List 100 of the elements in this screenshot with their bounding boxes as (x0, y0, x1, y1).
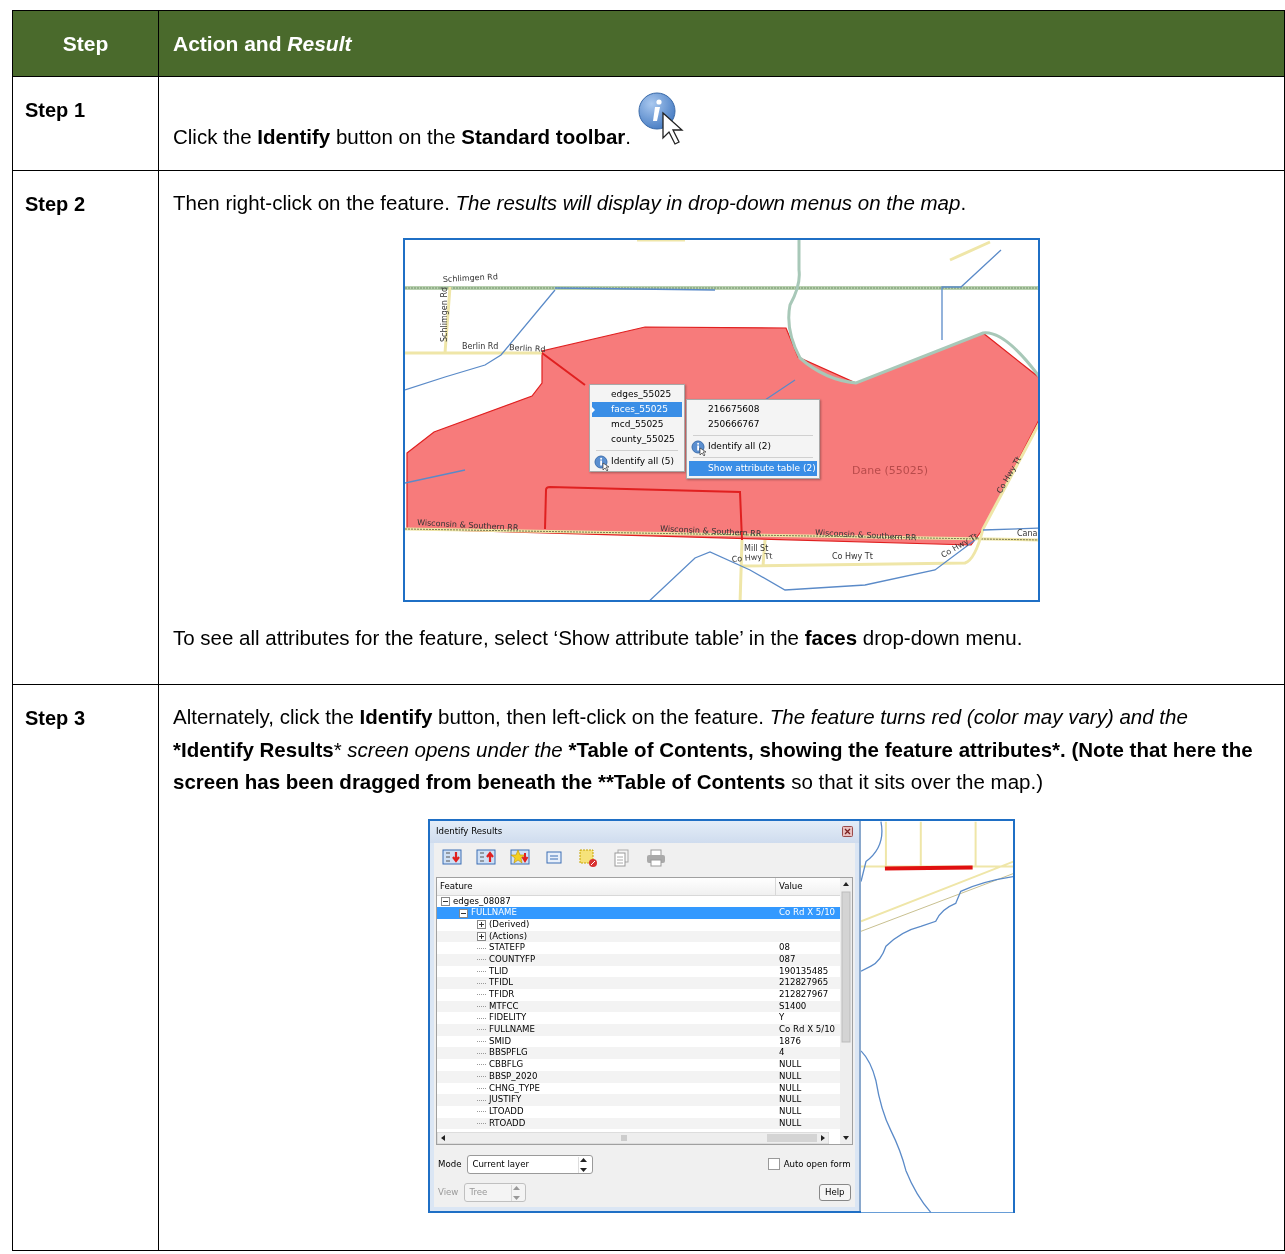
value-text: Co Rd X 5/10 (778, 907, 836, 919)
feature-text: BBSPFLG (489, 1047, 528, 1060)
tree-row[interactable]: (Derived) (437, 918, 840, 931)
map-label: Co Hwy Tt (832, 551, 873, 561)
feature-text: CBBFLG (489, 1059, 524, 1071)
tree-row[interactable]: BBSPFLG 4 (437, 1047, 840, 1060)
column-header: Action and Result (158, 10, 1285, 77)
tree-row[interactable]: FULLNAME Co Rd X 5/10 (437, 1024, 840, 1036)
feature-text: SMID (489, 1035, 512, 1048)
tree-row[interactable]: FIDELITY Y (437, 1012, 840, 1025)
feature-text: edges_08087 (453, 895, 511, 908)
field-label: View (438, 1186, 459, 1199)
collapse-icon[interactable] (459, 908, 468, 918)
value-text: NULL (778, 1117, 802, 1130)
tree-row[interactable]: LTOADD NULL (437, 1105, 840, 1118)
expand-icon[interactable] (477, 920, 486, 930)
tree-row[interactable]: JUSTIFY NULL (437, 1094, 840, 1106)
value-text: Co Rd X 5/10 (778, 1024, 836, 1036)
tree-row[interactable]: (Actions) (437, 930, 840, 943)
step-label: Step 1 (25, 99, 86, 121)
tree-row[interactable]: edges_08087 (437, 895, 840, 908)
value-text: 4 (778, 1047, 785, 1060)
feature-text: JUSTIFY (489, 1094, 522, 1106)
checkbox[interactable] (767, 1158, 780, 1171)
value-text: 212827967 (778, 989, 829, 1001)
feature-text: (Derived) (489, 918, 530, 931)
field-label: Mode (438, 1158, 462, 1171)
map-label: Wisconsin & Southern RR (814, 527, 917, 542)
tree-row[interactable]: MTFCC S1400 (437, 1000, 840, 1013)
value-text: 212827965 (778, 977, 829, 989)
tree-row[interactable]: CBBFLG NULL (437, 1059, 840, 1071)
value-text: NULL (778, 1094, 802, 1106)
map-label: Canal (1017, 528, 1038, 538)
instruction-text: Alternately, click the Identify button, then left-click on the feature. The feature turns red (color may vary) and the *Identify Results* screen opens under the *Table of Contents, showing the feature attributes*. (Note that here the screen has been dragged from beneath the **Table of Contents so that it sits over the map.) (172, 704, 1254, 795)
tree-row[interactable]: STATEFP 08 (437, 942, 840, 954)
dropdown[interactable]: Current layer (467, 1155, 594, 1174)
value-text: NULL (778, 1070, 802, 1083)
collapse-icon[interactable] (441, 896, 450, 906)
map-label: Wisconsin & Southern RR (659, 523, 762, 538)
horizontal-scrollbar[interactable] (437, 1131, 829, 1144)
feature-text: FIDELITY (489, 1012, 527, 1025)
tree-row[interactable]: CHNG_TYPE NULL (437, 1082, 840, 1095)
tree-row[interactable]: SMID 1876 (437, 1035, 840, 1048)
tree-row[interactable]: TLID 190135485 (437, 965, 840, 978)
help-button[interactable]: Help (818, 1184, 851, 1201)
submenu-arrow-icon (592, 406, 595, 413)
value-text: NULL (778, 1105, 802, 1118)
checkbox-label: Auto open form (783, 1158, 851, 1171)
updown-arrows-icon (578, 1156, 590, 1173)
value-text: Y (778, 1012, 785, 1025)
menu-item[interactable]: county_55025 (592, 431, 682, 447)
feature-text: STATEFP (489, 942, 526, 954)
map-label: Berlin Rd (462, 341, 499, 351)
column-header: Step (12, 10, 159, 77)
dashed-square-icon[interactable] (578, 847, 598, 868)
feature-text: FULLNAME (489, 1024, 535, 1036)
menu-item[interactable]: 250666767 (689, 416, 817, 432)
feature-text: MTFCC (489, 1000, 519, 1013)
window-title: Identify Results (436, 825, 503, 838)
step-label: Step 2 (25, 193, 86, 215)
value-text: NULL (778, 1082, 802, 1095)
tree-row[interactable]: TFIDR 212827967 (437, 989, 840, 1001)
feature-text: TFIDL (489, 977, 514, 989)
feature-text: TFIDR (489, 989, 515, 1001)
expand-list-icon[interactable] (442, 847, 462, 868)
printer-icon[interactable] (646, 847, 666, 868)
star-list-icon[interactable] (510, 847, 530, 868)
menu-item[interactable]: edges_55025 (592, 386, 682, 402)
vertical-scrollbar[interactable] (839, 877, 852, 1144)
updown-arrows-icon (511, 1184, 523, 1201)
menu-item[interactable]: Identify all (2) (689, 438, 817, 454)
map-label: Schlimgen Rd (440, 286, 449, 342)
tree-row[interactable]: TFIDL 212827965 (437, 977, 840, 989)
tree-row[interactable]: BBSP_2020 NULL (437, 1070, 840, 1083)
feature-text: BBSP_2020 (489, 1070, 538, 1083)
value-text: 08 (778, 942, 790, 954)
feature-text: FULLNAME (471, 907, 517, 919)
map-label: Wisconsin & Southern RR (416, 517, 519, 532)
close-icon[interactable] (841, 826, 853, 837)
menu-item[interactable]: 216675608 (689, 401, 817, 417)
instruction-text: Click the Identify button on the Standard toolbar. (172, 123, 632, 150)
feature-text: CHNG_TYPE (489, 1082, 540, 1095)
column-header: Value (775, 877, 840, 895)
feature-text: (Actions) (489, 930, 528, 943)
collapse-list-icon[interactable] (476, 847, 496, 868)
value-text: 190135485 (778, 965, 829, 978)
menu-item[interactable]: Identify all (5) (592, 453, 682, 469)
tree-row[interactable]: COUNTYFP 087 (437, 953, 840, 966)
identify-icon (691, 439, 707, 457)
expand-icon[interactable] (477, 931, 486, 941)
value-text: 1876 (778, 1035, 801, 1048)
feature-text: COUNTYFP (489, 953, 536, 966)
step-label: Step 3 (25, 707, 86, 729)
map-label: Co Hwy Tt (939, 531, 980, 560)
menu-item[interactable]: mcd_55025 (592, 416, 682, 432)
map-label: Mill St (744, 543, 769, 553)
value-text: S1400 (778, 1000, 807, 1013)
value-text: NULL (778, 1059, 802, 1071)
map-label: Berlin Rd (508, 342, 546, 354)
tree-row[interactable]: RTOADD NULL (437, 1117, 840, 1130)
